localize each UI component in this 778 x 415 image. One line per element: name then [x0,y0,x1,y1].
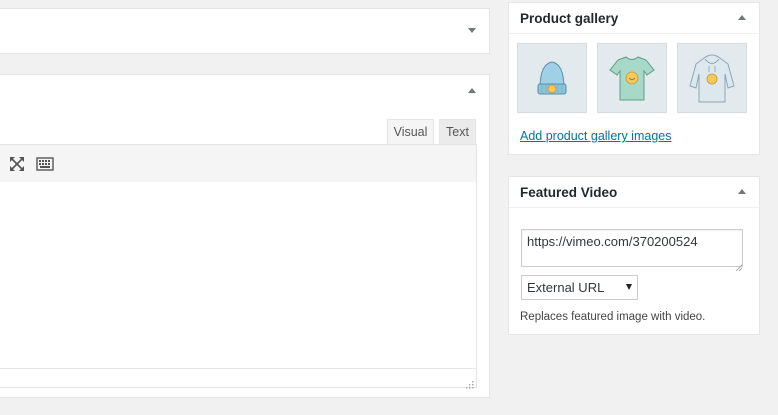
metabox-header[interactable]: Product gallery [509,3,759,34]
metabox-title: Featured Video [520,185,618,200]
tshirt-thumbnail [609,56,655,101]
editor-container [0,144,477,389]
collapse-toggle-icon[interactable] [468,28,476,33]
tab-text[interactable]: Text [439,119,476,145]
chevron-down-icon [626,284,632,290]
collapse-toggle-icon[interactable] [738,189,746,194]
video-url-input[interactable]: https://vimeo.com/370200524 [521,229,743,267]
gallery-image-tshirt[interactable] [597,43,667,113]
textarea-resize-icon[interactable] [735,259,743,272]
gallery-image-beanie[interactable] [517,43,587,113]
collapsed-metabox [0,8,490,54]
metabox-header[interactable]: Featured Video [509,177,759,208]
toolbar-toggle-icon[interactable] [35,154,55,174]
add-gallery-images-link[interactable]: Add product gallery images [520,129,671,143]
editor-metabox: Visual Text [0,74,490,398]
featured-video-description: Replaces featured image with video. [520,311,706,323]
tab-visual[interactable]: Visual [387,119,434,146]
beanie-thumbnail [537,61,567,95]
featured-video-metabox: Featured Video https://vimeo.com/3702005… [508,176,760,335]
gallery-image-hoodie[interactable] [677,43,747,113]
select-value: External URL [527,280,605,295]
video-source-select[interactable]: External URL [521,275,638,300]
collapse-toggle-icon[interactable] [468,88,476,93]
collapse-toggle-icon[interactable] [738,15,746,20]
resize-handle-icon[interactable] [466,377,474,389]
product-gallery-metabox: Product gallery Add product gallery imag… [508,2,760,155]
editor-toolbar [0,145,476,183]
editor-content-area[interactable] [0,182,476,369]
editor-statusbar [0,368,476,389]
metabox-title: Product gallery [520,11,619,26]
hoodie-thumbnail [689,54,735,103]
fullscreen-icon[interactable] [7,154,27,174]
